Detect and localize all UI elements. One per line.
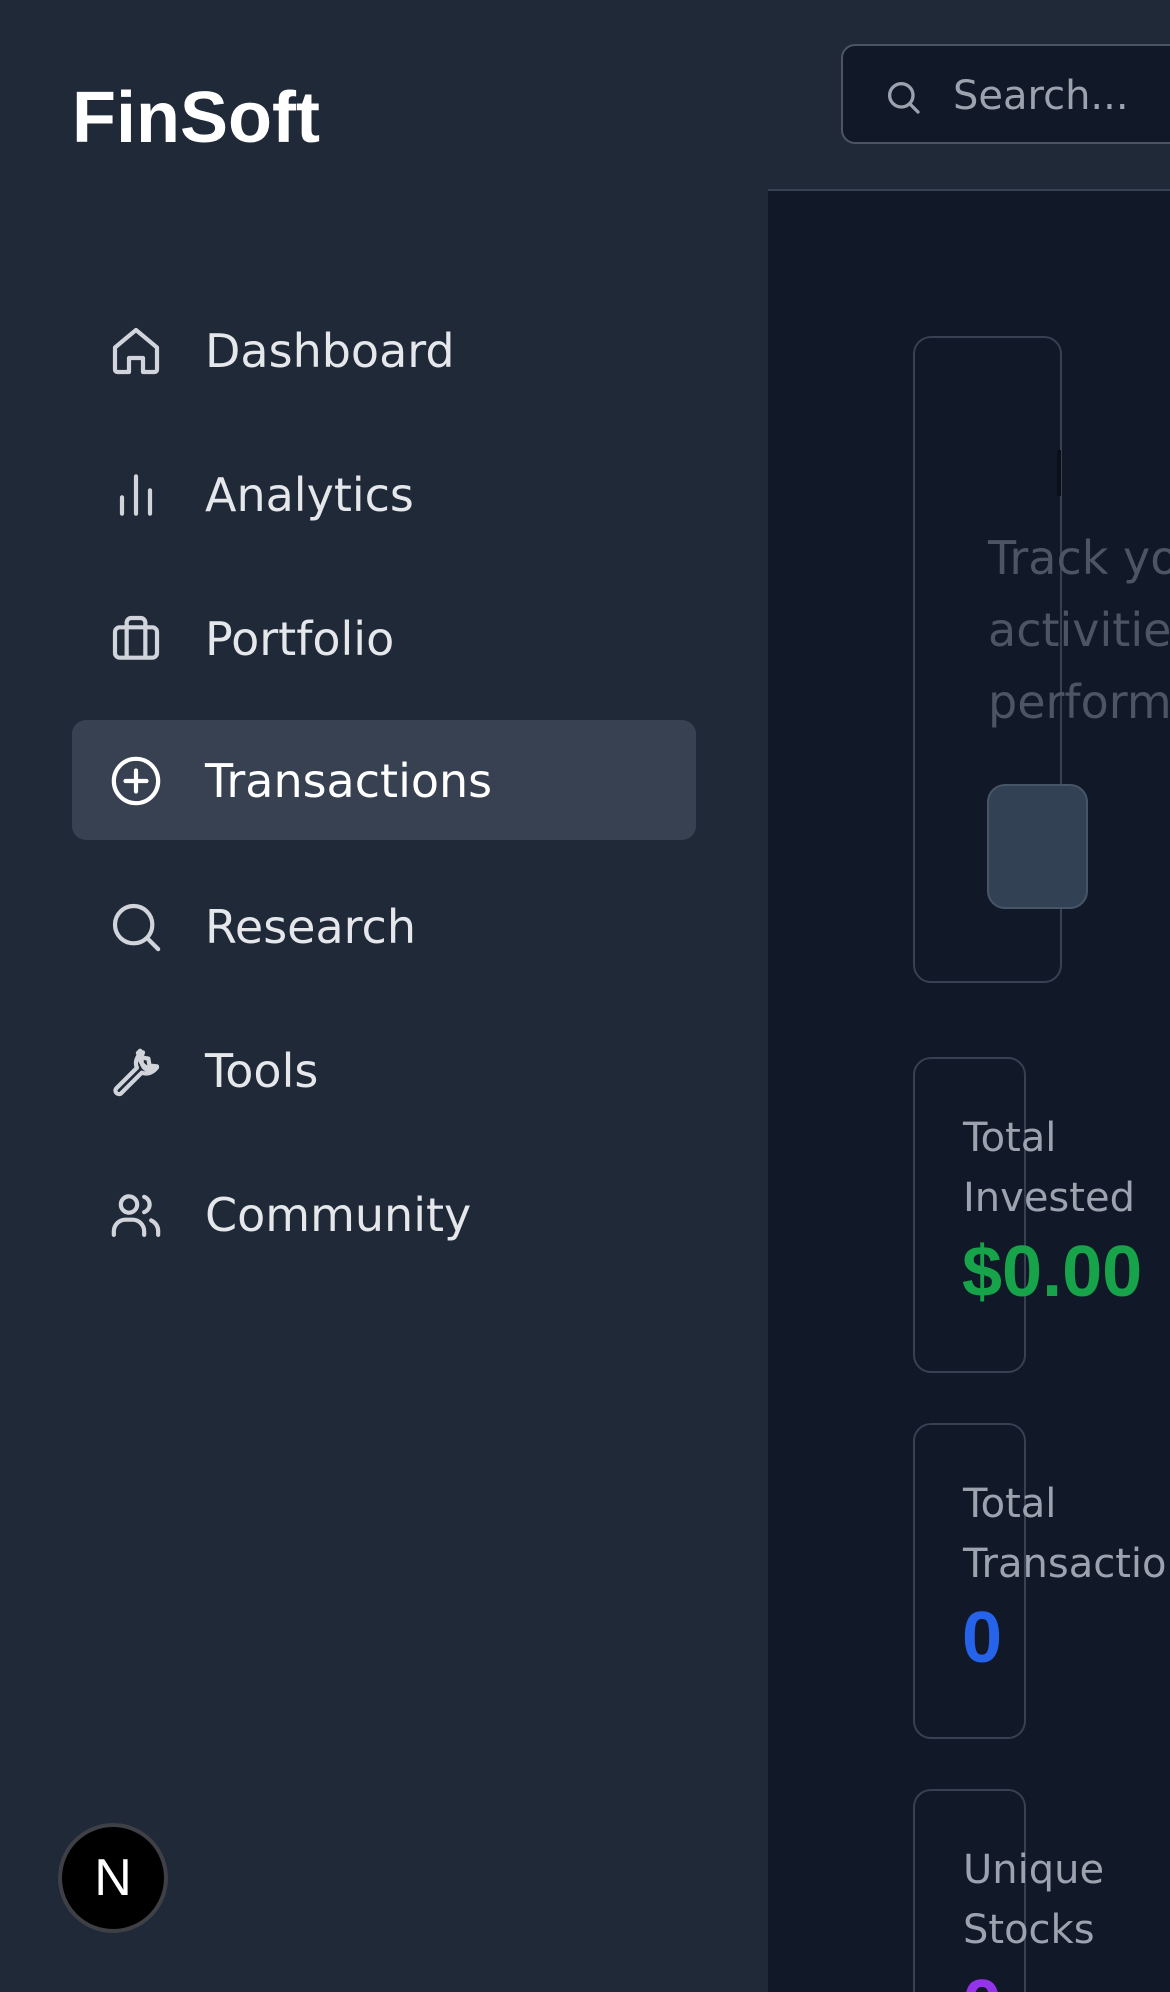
welcome-description: Track yo activities perform [988,531,1170,729]
stat-value-total-invested: $0.00 [962,1232,1143,1312]
sidebar-item-label: Community [205,1188,472,1242]
sidebar-item-label: Tools [205,1044,319,1098]
briefcase-icon [112,615,160,660]
sidebar-item-label: Transactions [205,754,493,808]
app-logo[interactable]: FinSoft [72,76,320,160]
sidebar-item-transactions[interactable]: Transactions [72,720,696,840]
user-avatar[interactable]: N [58,1823,168,1933]
wrench-icon [113,1048,160,1097]
sidebar-item-community[interactable]: Community [72,1154,696,1274]
stat-label-unique-stocks: Unique Stocks [963,1847,1105,1953]
sidebar-item-label: Analytics [205,468,414,522]
users-icon [111,1194,161,1237]
search-icon [888,82,920,114]
sidebar-item-label: Research [205,900,416,954]
main-content: Search... Track yo activities perform To… [768,0,1170,1992]
home-icon [112,327,160,375]
sidebar-item-research[interactable]: Research [72,866,696,986]
plus-circle-icon [111,756,161,806]
search-icon [112,903,161,952]
welcome-action-button[interactable] [987,784,1088,909]
sidebar-item-dashboard[interactable]: Dashboard [72,290,696,410]
bar-chart-icon [119,474,153,516]
search-placeholder: Search... [953,73,1129,119]
stat-value-total-transactions: 0 [962,1598,1003,1678]
stat-value-unique-stocks: 0 [962,1966,1002,1992]
search-input[interactable]: Search... [841,44,1170,144]
top-bar: Search... [768,0,1170,191]
sidebar-item-label: Dashboard [205,324,455,378]
stat-label-total-transactions: Total Transactio [963,1481,1167,1587]
sidebar: FinSoft Dashboard Analytics Portfolio Tr… [0,0,768,1992]
sidebar-item-tools[interactable]: Tools [72,1010,696,1130]
sidebar-item-label: Portfolio [205,612,395,666]
sidebar-item-analytics[interactable]: Analytics [72,434,696,554]
welcome-card-divider [1057,450,1061,496]
stat-label-total-invested: Total Invested [963,1115,1135,1221]
sidebar-item-portfolio[interactable]: Portfolio [72,578,696,698]
